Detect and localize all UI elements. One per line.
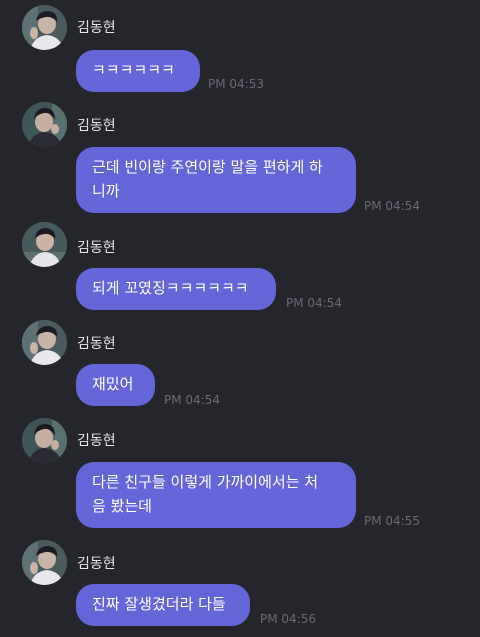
profile-photo-icon	[22, 418, 67, 463]
sender-name: 김동현	[77, 556, 116, 572]
message-bubble[interactable]: 다른 친구들 이렇게 가까이에서는 처 음 봤는데	[76, 462, 356, 528]
message-timestamp: PM 04:53	[208, 77, 264, 91]
message-timestamp: PM 04:54	[286, 296, 342, 310]
message-timestamp: PM 04:55	[364, 514, 420, 528]
profile-photo-icon	[22, 5, 67, 50]
profile-photo-icon	[22, 320, 67, 365]
sender-name: 김동현	[77, 20, 116, 36]
message-bubble[interactable]: 진짜 잘생겼더라 다들	[76, 584, 250, 626]
message-bubble[interactable]: 재밌어	[76, 364, 155, 406]
avatar[interactable]	[22, 5, 67, 50]
profile-photo-icon	[22, 222, 67, 267]
message-bubble[interactable]: ㅋㅋㅋㅋㅋㅋ	[76, 50, 200, 92]
avatar[interactable]	[22, 540, 67, 585]
message-timestamp: PM 04:54	[364, 199, 420, 213]
avatar[interactable]	[22, 102, 67, 147]
profile-photo-icon	[22, 102, 67, 147]
message-timestamp: PM 04:54	[164, 393, 220, 407]
avatar[interactable]	[22, 222, 67, 267]
profile-photo-icon	[22, 540, 67, 585]
sender-name: 김동현	[77, 118, 116, 134]
message-bubble[interactable]: 되게 꼬였징ㅋㅋㅋㅋㅋㅋ	[76, 268, 276, 310]
avatar[interactable]	[22, 320, 67, 365]
chat-screen: { "messages": [ { "sender": "김동현", "text…	[0, 0, 480, 637]
sender-name: 김동현	[77, 240, 116, 256]
message-bubble[interactable]: 근데 빈이랑 주연이랑 말을 편하게 하 니까	[76, 147, 356, 213]
avatar[interactable]	[22, 418, 67, 463]
sender-name: 김동현	[77, 336, 116, 352]
message-timestamp: PM 04:56	[260, 612, 316, 626]
sender-name: 김동현	[77, 433, 116, 449]
